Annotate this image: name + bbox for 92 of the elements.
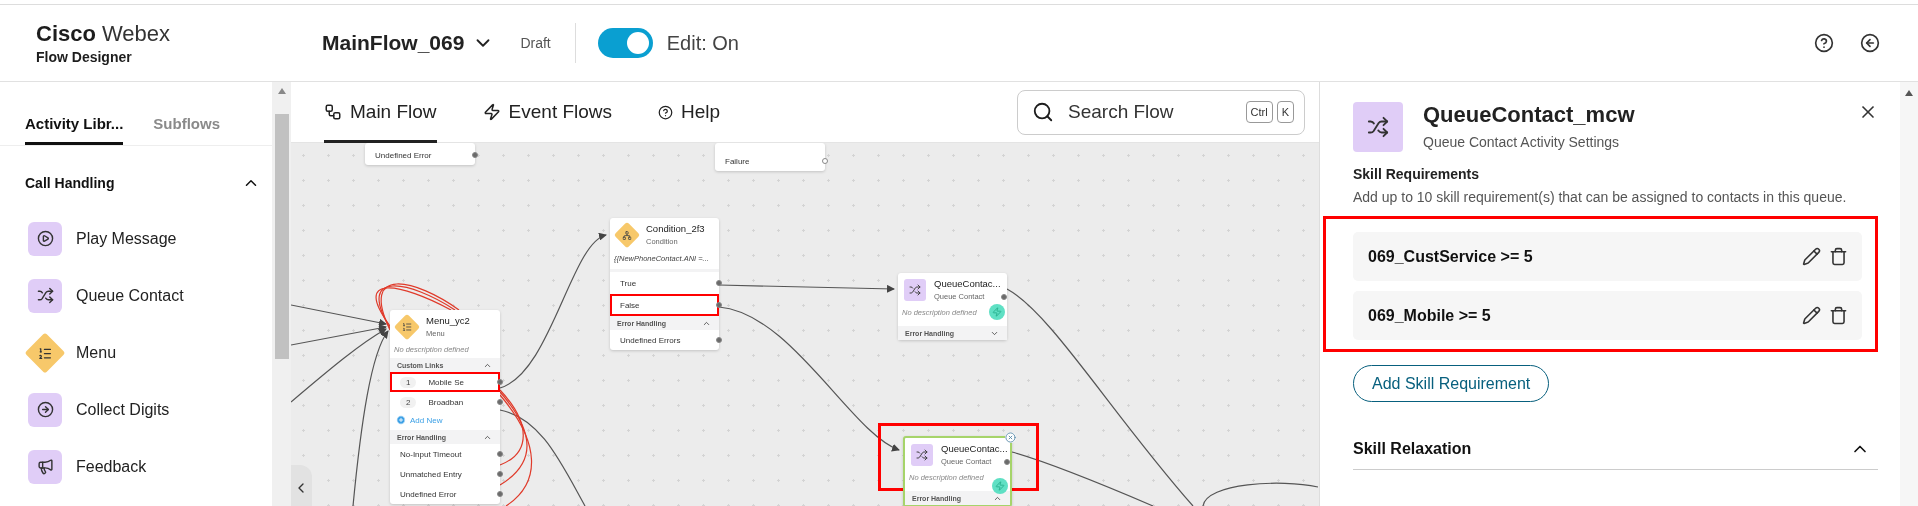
edit-icon[interactable] <box>1802 247 1821 266</box>
canvas-tab[interactable]: Event Flows <box>482 81 613 143</box>
flow-canvas[interactable] <box>291 143 1319 506</box>
section-title: Skill Requirements <box>1353 166 1481 182</box>
search-bar[interactable]: Search Flow Ctrl K <box>1017 89 1305 135</box>
panel-title: QueueContact_mcw <box>1423 102 1636 128</box>
output-port[interactable] <box>822 158 828 164</box>
output-port[interactable] <box>1001 294 1007 300</box>
app-name: Flow Designer <box>36 49 133 65</box>
node-title: QueueContac... <box>941 443 1008 455</box>
output-port[interactable] <box>716 302 722 308</box>
megaphone-icon <box>36 458 54 475</box>
output-label: No-Input Timeout <box>400 449 462 459</box>
node-title: QueueContac... <box>934 278 1001 290</box>
activity-item[interactable]: Queue Contact <box>0 267 272 324</box>
output-port[interactable] <box>716 280 722 286</box>
canvas-tab[interactable]: Help <box>658 81 721 143</box>
output-port[interactable] <box>497 471 503 477</box>
edit-toggle-label: Edit: On <box>666 31 739 55</box>
delete-icon[interactable] <box>1829 247 1848 266</box>
plus-icon <box>396 415 406 425</box>
output-row[interactable]: Undefined Error <box>365 145 475 165</box>
search-icon <box>1032 101 1054 123</box>
skill-requirement-label: 069_CustService >= 5 <box>1368 247 1534 266</box>
output-label: Undefined Error <box>400 489 457 499</box>
sidebar-tab[interactable]: Activity Libr... <box>25 115 124 145</box>
shuffle-icon <box>904 278 926 301</box>
output-label: Mobile Se <box>428 377 465 387</box>
output-row[interactable]: Undefined Errors <box>610 330 719 350</box>
output-label: True <box>620 278 637 288</box>
scrollbar[interactable] <box>1900 82 1918 506</box>
keyboard-key: Ctrl <box>1245 101 1273 123</box>
output-label: Unmatched Entry <box>400 469 462 479</box>
numbered-list-icon <box>37 345 53 360</box>
keyboard-key: K <box>1276 101 1294 123</box>
output-port[interactable] <box>497 399 503 405</box>
output-port[interactable] <box>497 491 503 497</box>
activity-item[interactable]: Play Message <box>0 210 272 267</box>
scroll-up-icon[interactable] <box>1905 90 1913 96</box>
help-icon[interactable] <box>1814 33 1834 53</box>
sign-out-icon[interactable] <box>1860 33 1880 53</box>
edit-icon[interactable] <box>1802 306 1821 325</box>
flow-node[interactable]: Failure <box>715 143 825 171</box>
activity-item[interactable]: Feedback <box>0 438 272 495</box>
output-label: False <box>620 300 640 310</box>
output-label: Undefined Errors <box>620 335 681 345</box>
lightning-icon <box>482 103 501 121</box>
play-icon <box>36 230 54 247</box>
output-row[interactable]: Unmatched Entry <box>390 464 500 484</box>
section-description: Add up to 10 skill requirement(s) that can be assigned to contacts in this queue. <box>1353 188 1848 207</box>
output-row[interactable]: 1 Mobile Se <box>390 372 500 392</box>
output-row[interactable]: False <box>610 294 719 316</box>
output-port[interactable] <box>497 451 503 457</box>
node-title: Condition_2f3 <box>646 223 705 235</box>
panel-subtitle: Queue Contact Activity Settings <box>1423 134 1621 150</box>
output-port[interactable] <box>497 379 503 385</box>
output-row[interactable]: True <box>610 272 719 294</box>
section-header[interactable]: Skill Relaxation <box>1353 439 1878 470</box>
output-label: Failure <box>725 156 750 166</box>
output-label: Undefined Error <box>375 150 432 160</box>
output-row[interactable]: Undefined Error <box>390 484 500 504</box>
arrow-circle-icon <box>36 401 54 418</box>
shuffle-icon <box>36 287 54 304</box>
output-label: Broadban <box>428 397 464 407</box>
flow-icon <box>324 103 342 121</box>
scrollbar[interactable] <box>272 82 291 506</box>
help-icon <box>658 104 674 120</box>
shuffle-icon <box>911 443 933 466</box>
output-port[interactable] <box>716 337 722 343</box>
activity-item[interactable]: Collect Digits <box>0 381 272 438</box>
product-name: Webex <box>101 21 170 47</box>
skill-requirement-label: 069_Mobile >= 5 <box>1368 306 1492 325</box>
flow-status: Draft <box>520 35 551 51</box>
shuffle-icon <box>1353 102 1403 152</box>
section-header[interactable]: Call Handling <box>0 146 272 210</box>
output-row[interactable]: No-Input Timeout <box>390 444 500 464</box>
output-row[interactable]: Failure <box>715 151 825 171</box>
delete-icon[interactable] <box>1829 306 1848 325</box>
brand-name: Cisco <box>36 21 96 47</box>
flow-name-dropdown[interactable]: MainFlow_069 <box>322 31 495 55</box>
activity-item[interactable]: Menu <box>0 324 272 381</box>
scroll-up-icon[interactable] <box>277 88 286 94</box>
link-number: 2 <box>400 396 417 408</box>
output-row[interactable]: 2 Broadban <box>390 392 500 412</box>
link-number: 1 <box>400 376 417 388</box>
edit-toggle[interactable] <box>597 28 653 58</box>
output-port[interactable] <box>472 152 478 158</box>
search-field[interactable]: Search Flow <box>1066 100 1234 124</box>
node-title: Menu_yc2 <box>426 315 470 327</box>
add-skill-requirement-button[interactable]: Add Skill Requirement <box>1353 365 1550 402</box>
output-port[interactable] <box>1004 459 1010 465</box>
collapse-button[interactable] <box>291 465 312 506</box>
